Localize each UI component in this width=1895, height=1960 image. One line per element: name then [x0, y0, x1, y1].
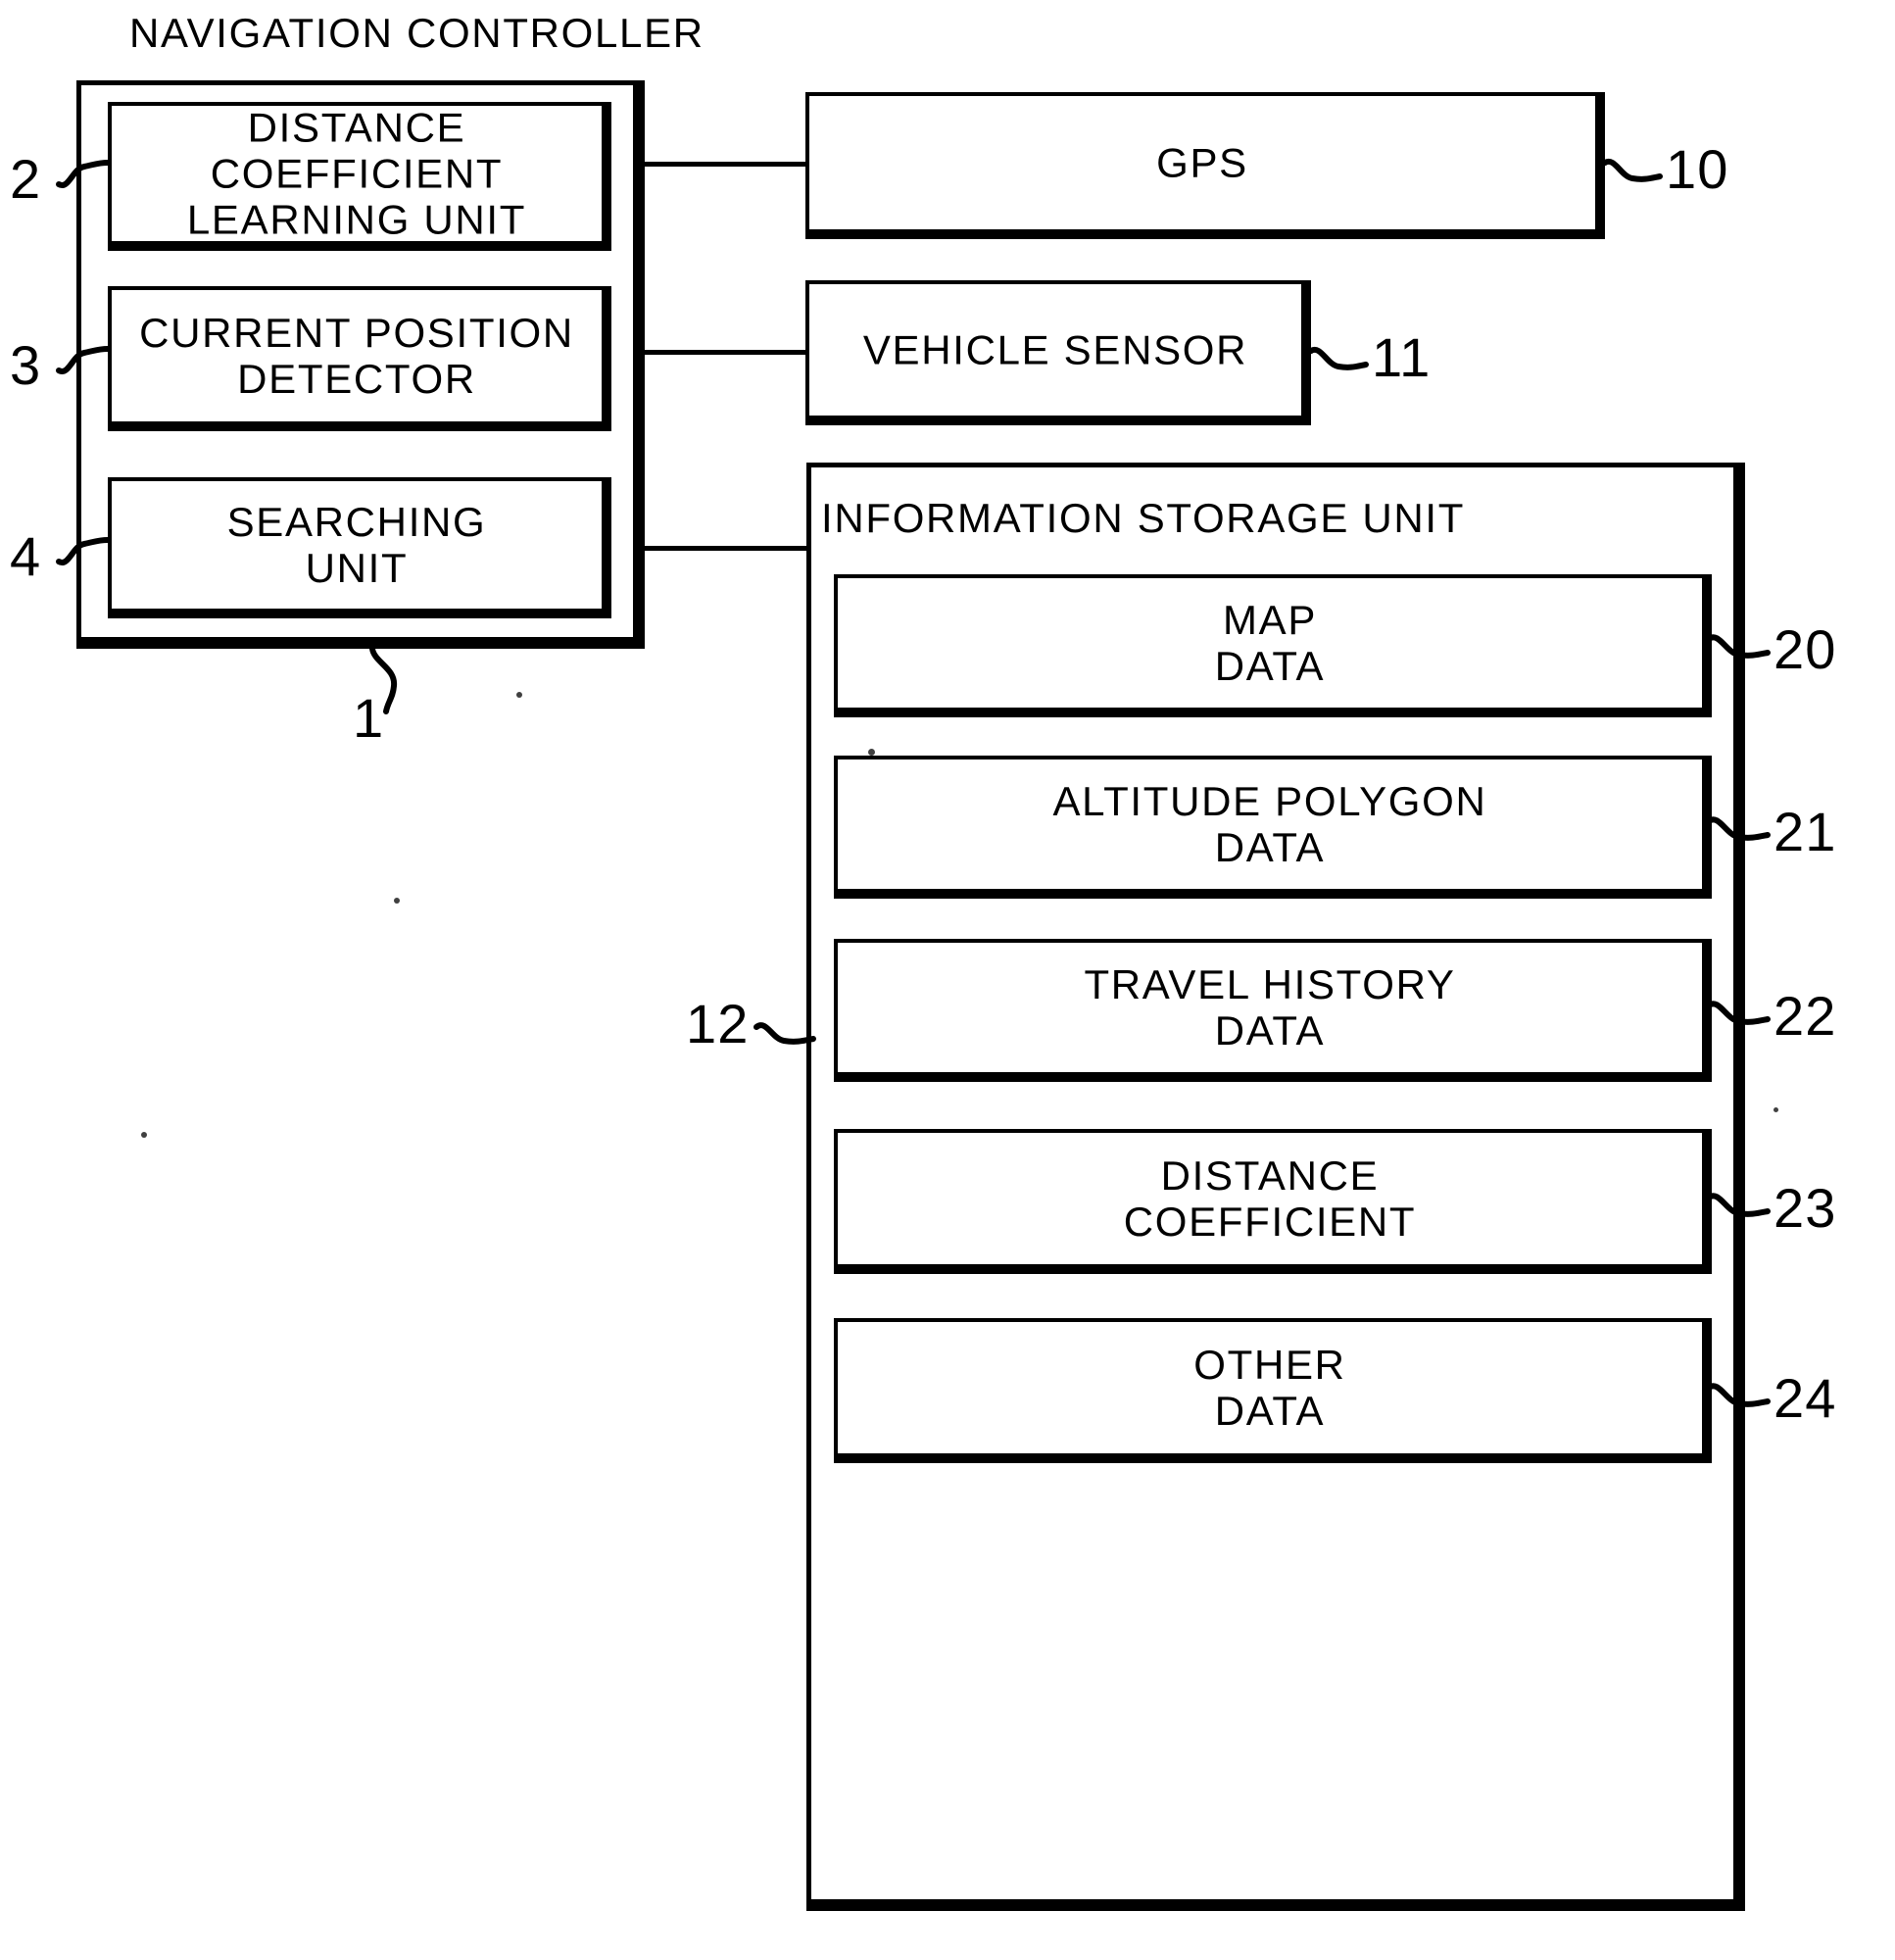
scan-speck — [394, 898, 400, 904]
leader-line-23 — [1706, 1193, 1771, 1217]
data-block-label: DISTANCE COEFFICIENT — [1123, 1152, 1417, 1245]
ref-number-11: 11 — [1372, 326, 1432, 388]
scan-speck — [141, 1132, 147, 1138]
wire-searching-unit-to-storage-unit — [642, 546, 810, 551]
leader-line-3 — [56, 346, 111, 374]
wire-learning-unit-to-gps — [642, 162, 808, 167]
module-label: SEARCHING UNIT — [226, 498, 487, 591]
vehicle-sensor-box[interactable]: VEHICLE SENSOR — [805, 280, 1311, 425]
leader-line-22 — [1706, 1001, 1771, 1025]
ref-number-21: 21 — [1774, 801, 1837, 862]
ref-number-4: 4 — [10, 525, 42, 587]
scan-speck — [868, 749, 875, 756]
ref-number-20: 20 — [1774, 618, 1837, 680]
data-block-other-data[interactable]: OTHER DATA — [834, 1318, 1712, 1463]
data-block-label: TRAVEL HISTORY DATA — [1084, 960, 1456, 1054]
leader-line-20 — [1706, 634, 1771, 659]
wire-position-detector-to-vehicle-sensor — [642, 350, 808, 355]
ref-number-24: 24 — [1774, 1367, 1837, 1429]
navigation-controller-title: NAVIGATION CONTROLLER — [129, 10, 705, 56]
leader-line-11 — [1308, 346, 1369, 370]
module-box-current-position-detector[interactable]: CURRENT POSITION DETECTOR — [108, 286, 611, 431]
module-box-distance-coefficient-learning-unit[interactable]: DISTANCE COEFFICIENT LEARNING UNIT — [108, 102, 611, 251]
gps-box[interactable]: GPS — [805, 92, 1605, 239]
ref-number-23: 23 — [1774, 1177, 1837, 1239]
module-label: DISTANCE COEFFICIENT LEARNING UNIT — [186, 104, 527, 243]
data-block-map-data[interactable]: MAP DATA — [834, 574, 1712, 717]
information-storage-unit-title: INFORMATION STORAGE UNIT — [821, 495, 1466, 541]
data-block-altitude-polygon-data[interactable]: ALTITUDE POLYGON DATA — [834, 756, 1712, 899]
scan-speck — [1774, 1107, 1778, 1112]
vehicle-sensor-label: VEHICLE SENSOR — [862, 326, 1248, 373]
ref-number-3: 3 — [10, 334, 42, 396]
ref-number-12: 12 — [686, 993, 750, 1054]
data-block-label: ALTITUDE POLYGON DATA — [1052, 777, 1487, 870]
leader-line-12 — [753, 1022, 816, 1045]
module-label: CURRENT POSITION DETECTOR — [139, 309, 574, 402]
ref-number-2: 2 — [10, 148, 42, 210]
ref-number-1: 1 — [353, 687, 385, 749]
module-box-searching-unit[interactable]: SEARCHING UNIT — [108, 477, 611, 618]
leader-line-2 — [56, 160, 111, 188]
leader-line-4 — [56, 537, 111, 565]
leader-line-24 — [1706, 1383, 1771, 1407]
data-block-travel-history-data[interactable]: TRAVEL HISTORY DATA — [834, 939, 1712, 1082]
ref-number-10: 10 — [1666, 138, 1729, 200]
data-block-label: MAP DATA — [1214, 596, 1326, 689]
leader-line-21 — [1706, 816, 1771, 841]
leader-line-10 — [1602, 158, 1663, 182]
data-block-distance-coefficient[interactable]: DISTANCE COEFFICIENT — [834, 1129, 1712, 1274]
scan-speck — [516, 692, 522, 698]
gps-label: GPS — [1156, 139, 1248, 186]
ref-number-22: 22 — [1774, 985, 1837, 1047]
data-block-label: OTHER DATA — [1193, 1341, 1346, 1434]
patent-figure-canvas: NAVIGATION CONTROLLER DISTANCE COEFFICIE… — [0, 0, 1895, 1960]
